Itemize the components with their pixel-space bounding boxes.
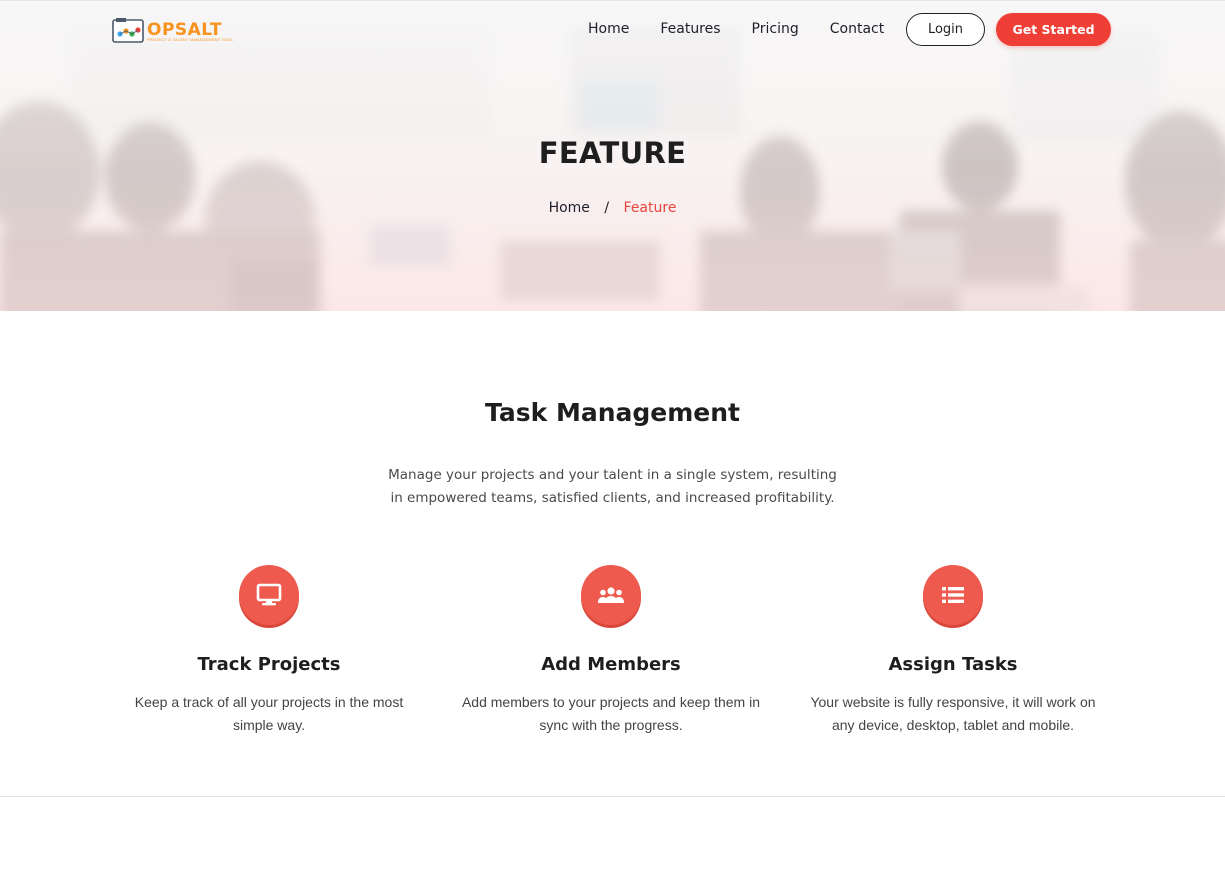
feature-description: Your website is fully responsive, it wil… (810, 694, 1096, 733)
brand-name: OPSALT (147, 20, 222, 40)
login-button[interactable]: Login (906, 13, 985, 46)
breadcrumb-home-link[interactable]: Home (549, 200, 590, 216)
feature-description: Keep a track of all your projects in the… (134, 694, 404, 733)
brand-tagline: PROJECT & TALENT MANAGEMENT TOOL (147, 37, 234, 42)
brand-logo[interactable]: OPSALT PROJECT & TALENT MANAGEMENT TOOL (112, 16, 233, 44)
get-started-button[interactable]: Get Started (996, 13, 1111, 46)
breadcrumb-separator: / (604, 200, 610, 216)
desktop-icon (239, 565, 299, 625)
users-icon (581, 565, 641, 625)
feature-title: Assign Tasks (888, 654, 1018, 675)
feature-title: Add Members (541, 654, 681, 675)
breadcrumb-current: Feature (623, 200, 677, 216)
feature-card-assign-tasks: Assign Tasks Your website is fully respo… (803, 565, 1103, 737)
feature-title: Track Projects (197, 654, 341, 675)
feature-card-add-members: Add Members Add members to your projects… (461, 565, 761, 737)
top-navbar: OPSALT PROJECT & TALENT MANAGEMENT TOOL … (0, 0, 1225, 60)
section-title: Task Management (485, 398, 740, 427)
nav-link-contact[interactable]: Contact (830, 19, 884, 39)
nav-link-pricing[interactable]: Pricing (752, 19, 799, 39)
nav-link-features[interactable]: Features (660, 19, 720, 39)
feature-description: Add members to your projects and keep th… (461, 694, 761, 733)
section-divider (0, 796, 1225, 797)
list-icon (923, 565, 983, 625)
nav-menu: Home Features Pricing Contact (588, 19, 915, 39)
section-description: Manage your projects and your talent in … (388, 467, 837, 506)
breadcrumb: Home / Feature (0, 200, 1225, 216)
feature-card-track-projects: Track Projects Keep a track of all your … (119, 565, 419, 737)
nav-link-home[interactable]: Home (588, 19, 629, 39)
logo-mark-icon (112, 18, 144, 43)
page-title: FEATURE (538, 136, 687, 170)
